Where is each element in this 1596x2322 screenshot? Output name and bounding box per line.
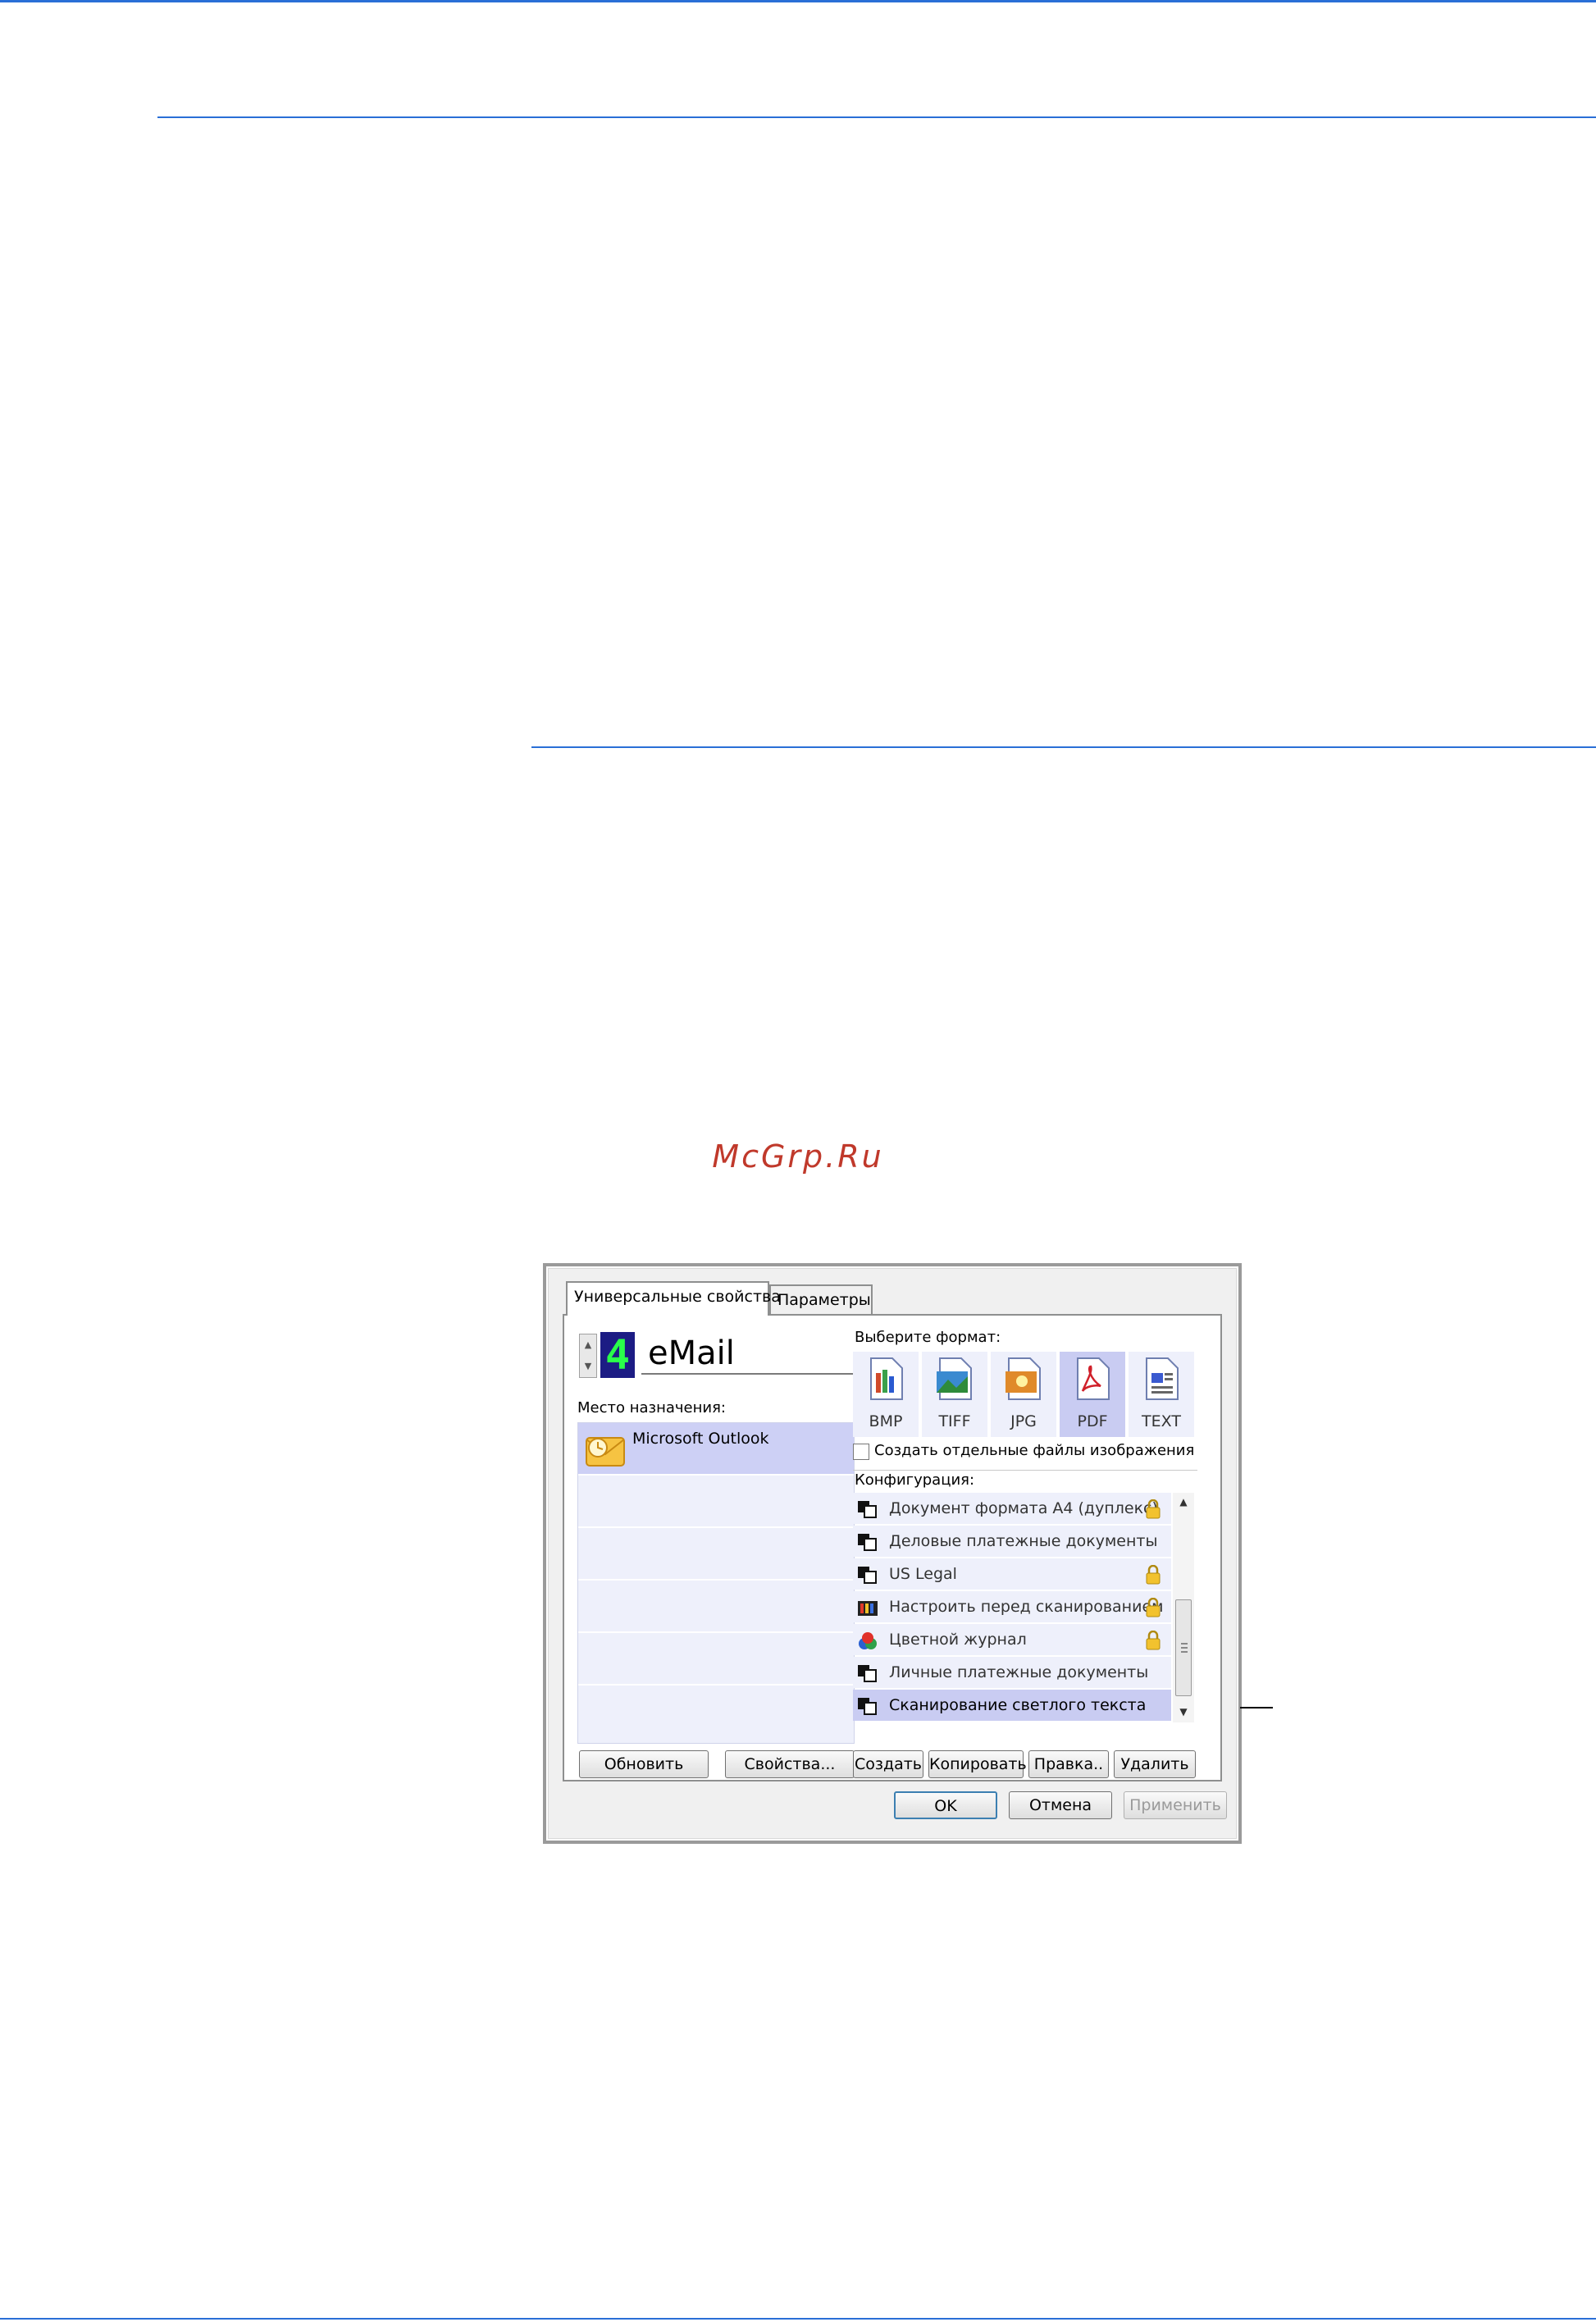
scroll-up-icon[interactable]: ▲ (1173, 1493, 1194, 1511)
create-button[interactable]: Создать (853, 1750, 923, 1778)
config-label: Настроить перед сканированием (889, 1598, 1164, 1616)
jpg-file-icon (1005, 1357, 1041, 1400)
scanner-config-icon (858, 1698, 877, 1715)
scroll-thumb[interactable] (1175, 1599, 1192, 1696)
format-text[interactable]: TEXT (1129, 1352, 1194, 1437)
button-number-spinner[interactable]: ▲ ▼ (579, 1334, 597, 1378)
config-item[interactable]: Настроить перед сканированием (853, 1591, 1171, 1622)
top-rule (0, 0, 1596, 2)
lock-icon (1146, 1631, 1161, 1650)
bmp-file-icon (870, 1357, 903, 1400)
format-label-pdf: PDF (1077, 1412, 1108, 1430)
tab-parameters[interactable]: Параметры (769, 1284, 873, 1314)
separate-files-label[interactable]: Создать отдельные файлы изображения (874, 1442, 1194, 1459)
refresh-button[interactable]: Обновить (579, 1750, 709, 1778)
config-label: Документ формата А4 (дуплекс) (889, 1499, 1158, 1517)
destination-item-empty[interactable] (578, 1686, 854, 1738)
scanner-config-icon (858, 1665, 877, 1682)
config-item[interactable]: Деловые платежные документы (853, 1526, 1171, 1557)
format-bmp[interactable]: BMP (853, 1352, 919, 1437)
button-name-field[interactable]: eMail (641, 1332, 853, 1375)
section-rule (531, 746, 1596, 748)
palette-config-icon (858, 1601, 878, 1616)
watermark: McGrp.Ru (712, 1138, 884, 1175)
scanner-config-icon (858, 1501, 877, 1518)
destination-item-empty[interactable] (578, 1476, 854, 1528)
lock-icon (1146, 1565, 1161, 1585)
edit-button[interactable]: Правка.. (1028, 1750, 1109, 1778)
tiff-file-icon (937, 1357, 972, 1400)
format-separator (853, 1470, 1197, 1471)
pdf-file-icon (1077, 1357, 1110, 1400)
text-file-icon (1146, 1357, 1179, 1400)
destination-item-outlook[interactable]: Microsoft Outlook (578, 1423, 854, 1476)
config-label: US Legal (889, 1565, 957, 1583)
color-magazine-icon (859, 1632, 877, 1649)
callout-pointer-line (1240, 1707, 1273, 1708)
scroll-down-icon[interactable]: ▼ (1173, 1703, 1194, 1721)
scanner-config-icon (858, 1567, 877, 1584)
email-properties-dialog: Универсальные свойства Параметры ▲ ▼ 4 e… (543, 1263, 1242, 1844)
lock-icon (1146, 1499, 1161, 1519)
cancel-button[interactable]: Отмена (1009, 1791, 1112, 1819)
destination-item-empty[interactable] (578, 1581, 854, 1633)
config-item-selected[interactable]: Сканирование светлого текста (853, 1690, 1171, 1721)
format-label-bmp: BMP (869, 1412, 903, 1430)
config-item[interactable]: Цветной журнал (853, 1624, 1171, 1655)
configuration-list[interactable]: Документ формата А4 (дуплекс) Деловые пл… (853, 1493, 1196, 1726)
bottom-rule (0, 2318, 1596, 2320)
config-item[interactable]: US Legal (853, 1558, 1171, 1590)
config-label: Цветной журнал (889, 1631, 1027, 1649)
config-label: Личные платежные документы (889, 1663, 1149, 1681)
properties-button[interactable]: Свойства... (725, 1750, 855, 1778)
destination-item-empty[interactable] (578, 1528, 854, 1581)
destination-list[interactable]: Microsoft Outlook (577, 1422, 855, 1744)
outlook-icon (586, 1437, 625, 1467)
button-number-display: 4 (600, 1332, 635, 1378)
separate-files-checkbox[interactable] (853, 1444, 869, 1460)
config-item[interactable]: Личные платежные документы (853, 1657, 1171, 1688)
spinner-down-icon[interactable]: ▼ (580, 1356, 596, 1377)
spinner-up-icon[interactable]: ▲ (580, 1334, 596, 1356)
destination-label: Место назначения: (577, 1399, 726, 1416)
destination-item-empty[interactable] (578, 1633, 854, 1686)
configuration-label: Конфигурация: (855, 1471, 975, 1489)
format-selector: BMP TIFF JPG PDF TEXT (853, 1352, 1194, 1437)
header-rule (157, 116, 1596, 118)
format-label-jpg: JPG (1010, 1412, 1037, 1430)
format-label-text: TEXT (1142, 1412, 1181, 1430)
destination-label-text: Microsoft Outlook (632, 1430, 769, 1448)
copy-button[interactable]: Копировать (928, 1750, 1027, 1778)
delete-button[interactable]: Удалить (1114, 1750, 1196, 1778)
config-label: Деловые платежные документы (889, 1532, 1158, 1550)
apply-button[interactable]: Применить (1124, 1791, 1227, 1819)
config-scrollbar[interactable]: ▲ ▼ (1173, 1493, 1194, 1722)
tab-universal-properties[interactable]: Универсальные свойства (566, 1281, 781, 1316)
tab-panel: ▲ ▼ 4 eMail Место назначения: Microsoft … (563, 1314, 1222, 1781)
format-label-tiff: TIFF (938, 1412, 971, 1430)
format-pdf[interactable]: PDF (1060, 1352, 1125, 1437)
format-label: Выберите формат: (855, 1329, 1001, 1346)
config-item[interactable]: Документ формата А4 (дуплекс) (853, 1493, 1171, 1524)
scanner-config-icon (858, 1534, 877, 1551)
lock-icon (1146, 1598, 1161, 1617)
grip-icon (1181, 1643, 1188, 1653)
format-tiff[interactable]: TIFF (922, 1352, 987, 1437)
format-jpg[interactable]: JPG (991, 1352, 1056, 1437)
ok-button[interactable]: OK (894, 1791, 997, 1819)
config-label: Сканирование светлого текста (889, 1696, 1147, 1714)
